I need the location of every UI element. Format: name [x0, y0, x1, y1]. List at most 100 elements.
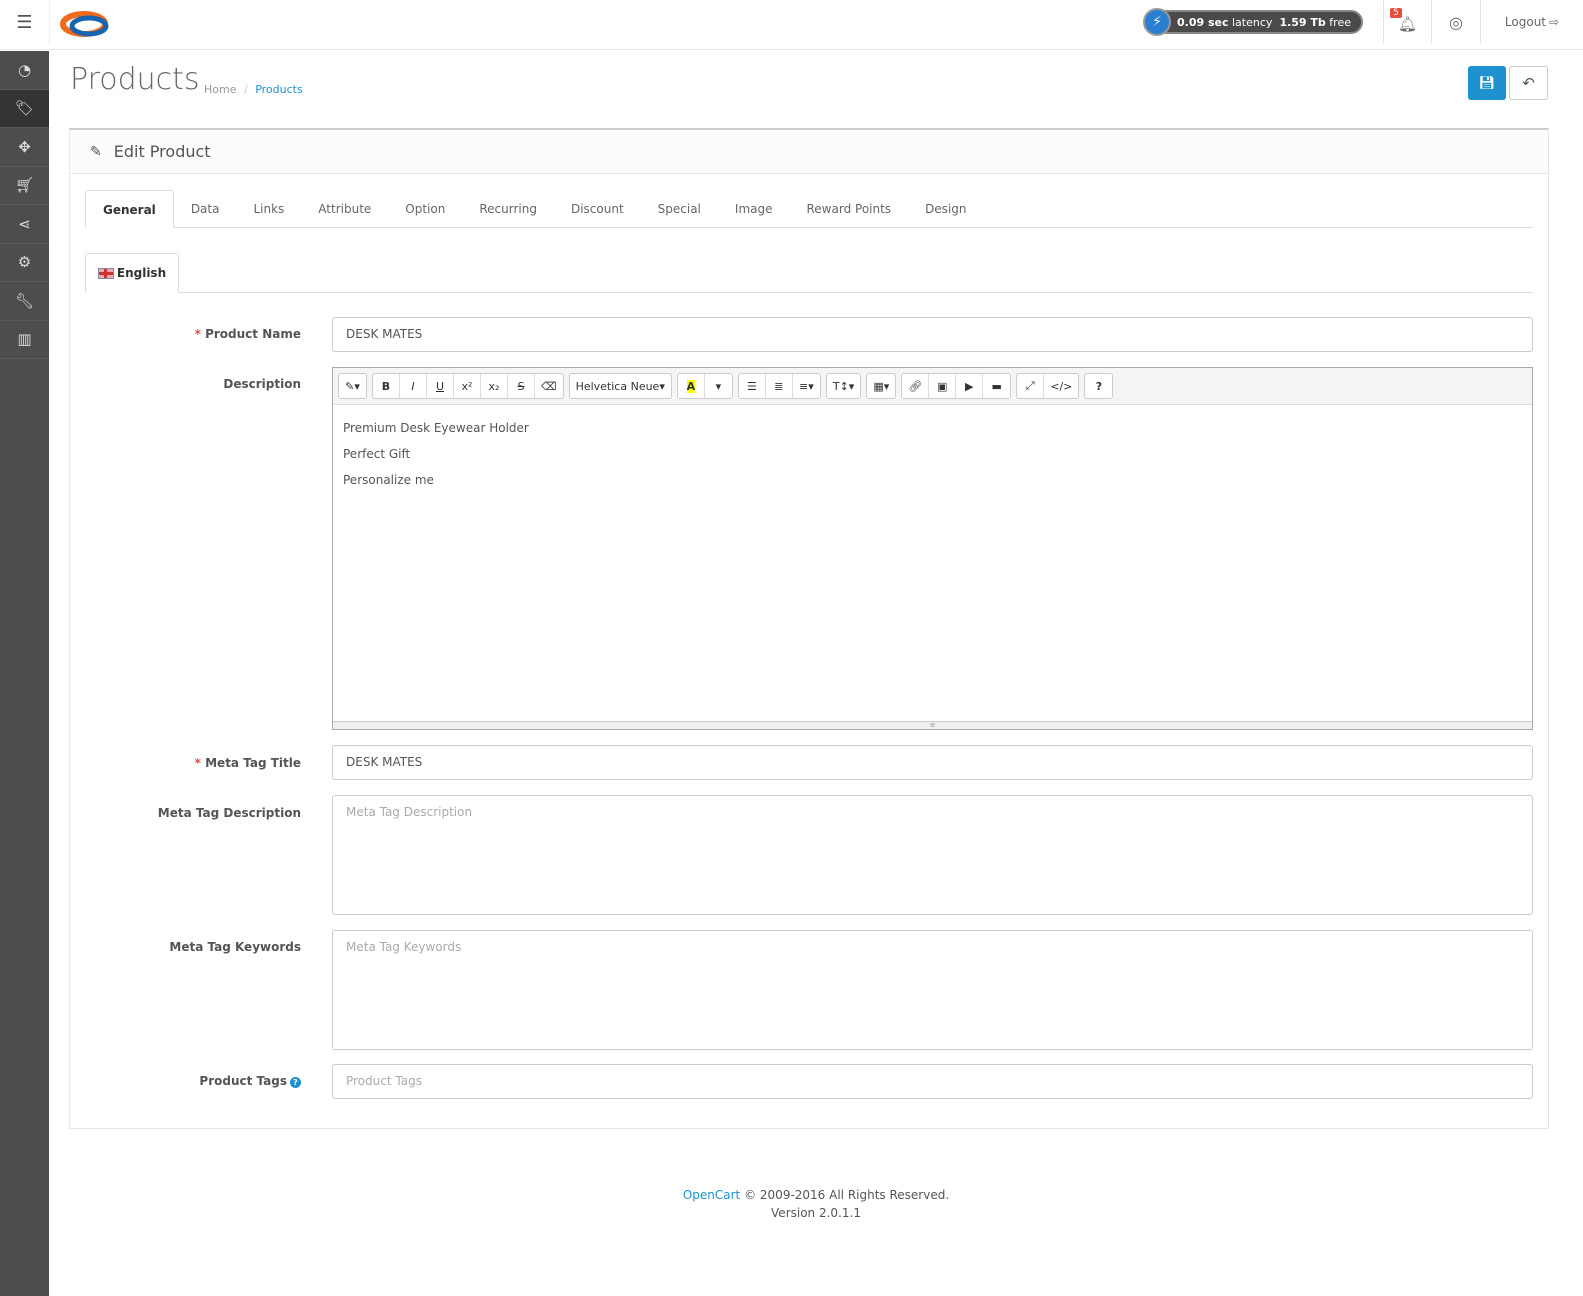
code-view-icon[interactable]: </>	[1044, 374, 1078, 398]
italic-button[interactable]: I	[400, 374, 427, 398]
subscript-button[interactable]: x₂	[481, 374, 508, 398]
style-dropdown[interactable]: ✎▾	[339, 374, 366, 398]
strikethrough-button[interactable]: S	[508, 374, 535, 398]
font-family-dropdown[interactable]: Helvetica Neue ▾	[570, 374, 671, 398]
latency-value: 0.09 sec	[1177, 15, 1229, 29]
link-icon[interactable]: 🔗︎	[902, 374, 930, 398]
line-height-dropdown[interactable]: T↕▾	[827, 374, 860, 398]
meta-title-input[interactable]: DESK MATES	[332, 745, 1533, 780]
editor-content[interactable]: Premium Desk Eyewear Holder Perfect Gift…	[333, 405, 1532, 503]
sidebar: ◔ 🏷︎ ✥ 🛒︎ ⋖ ⚙ 🔧︎ ▥	[0, 51, 49, 1296]
tab-option[interactable]: Option	[388, 190, 462, 228]
tab-design[interactable]: Design	[908, 190, 983, 228]
meta-keywords-textarea[interactable]: Meta Tag Keywords	[332, 930, 1533, 1050]
notifications-button[interactable]: 5 🔔︎	[1383, 0, 1431, 44]
panel-title: Edit Product	[113, 142, 211, 161]
sidebar-item-system[interactable]: ⚙	[0, 244, 49, 282]
font-color-button[interactable]: A	[678, 374, 705, 398]
tab-recurring[interactable]: Recurring	[462, 190, 554, 228]
menu-toggle-icon[interactable]: ☰	[0, 0, 50, 45]
breadcrumb-home[interactable]: Home	[204, 83, 236, 96]
sidebar-item-reports[interactable]: ▥	[0, 321, 49, 359]
save-icon: 💾︎	[1478, 75, 1496, 91]
horizontal-rule-icon[interactable]: ▬	[983, 374, 1010, 398]
language-label: English	[116, 266, 167, 280]
breadcrumb: Home / Products	[204, 83, 303, 96]
puzzle-icon: ✥	[18, 137, 31, 156]
fullscreen-icon[interactable]: ⤢	[1017, 374, 1045, 398]
sidebar-item-catalog[interactable]: 🏷︎	[0, 89, 49, 128]
copyright: © 2009-2016 All Rights Reserved.	[744, 1188, 950, 1202]
tab-reward-points[interactable]: Reward Points	[790, 190, 909, 228]
tab-discount[interactable]: Discount	[554, 190, 641, 228]
bar-chart-icon: ▥	[17, 330, 32, 349]
panel-heading: ✎ Edit Product	[70, 130, 1548, 174]
tab-general[interactable]: General	[85, 190, 174, 228]
sidebar-item-marketing[interactable]: ⋖	[0, 205, 49, 244]
tab-special[interactable]: Special	[641, 190, 718, 228]
help-button[interactable]: ◎	[1431, 0, 1480, 44]
cart-icon: 🛒︎	[14, 176, 35, 195]
meta-description-textarea[interactable]: Meta Tag Description	[332, 795, 1533, 915]
description-line: Premium Desk Eyewear Holder	[343, 421, 529, 435]
sidebar-item-sales[interactable]: 🛒︎	[0, 167, 49, 205]
editor-resize-handle[interactable]: ≡	[333, 721, 1532, 729]
ordered-list-icon[interactable]: ≣	[766, 374, 793, 398]
opencart-link[interactable]: OpenCart	[683, 1188, 740, 1202]
meta-keywords-label: Meta Tag Keywords	[169, 940, 301, 954]
lightning-icon: ⚡	[1143, 8, 1171, 36]
notification-badge: 5	[1390, 8, 1402, 18]
unordered-list-icon[interactable]: ☰	[739, 374, 766, 398]
meta-title-label: * Meta Tag Title	[194, 756, 301, 770]
breadcrumb-products[interactable]: Products	[255, 83, 303, 96]
product-tags-input[interactable]: Product Tags	[332, 1064, 1533, 1099]
latency-label: latency	[1232, 15, 1273, 29]
free-value: 1.59 Tb	[1279, 15, 1326, 29]
sidebar-item-dashboard[interactable]: ◔	[0, 51, 49, 90]
dashboard-icon: ◔	[17, 60, 32, 79]
tab-language-english[interactable]: English	[85, 253, 179, 293]
latency-widget: ⚡ 0.09 sec latency 1.59 Tb free	[1143, 8, 1363, 36]
sidebar-item-extensions[interactable]: ✥	[0, 128, 49, 167]
wrench-icon: 🔧︎	[14, 291, 35, 310]
tab-attribute[interactable]: Attribute	[301, 190, 388, 228]
eraser-icon[interactable]: ⌫	[535, 374, 563, 398]
gear-icon: ⚙	[17, 253, 32, 272]
product-tabs: General Data Links Attribute Option Recu…	[85, 190, 1533, 228]
version: Version 2.0.1.1	[771, 1206, 861, 1220]
tags-icon: 🏷︎	[14, 99, 35, 118]
product-name-input[interactable]: DESK MATES	[332, 317, 1533, 352]
underline-button[interactable]: U	[427, 374, 454, 398]
top-header: ☰ ⚡ 0.09 sec latency 1.59 Tb free 5 🔔︎ ◎…	[0, 0, 1583, 50]
pencil-icon: ✎	[90, 143, 102, 160]
superscript-button[interactable]: x²	[454, 374, 481, 398]
help-icon[interactable]: ?	[1085, 374, 1112, 398]
share-icon: ⋖	[18, 214, 31, 233]
product-tags-label: Product Tags?	[199, 1074, 301, 1088]
reply-icon: ↶	[1522, 74, 1535, 92]
editor-toolbar: ✎▾ B I U x² x₂ S ⌫ Helvetica Neue ▾ A ▾ ☰…	[333, 368, 1532, 405]
bold-button[interactable]: B	[373, 374, 400, 398]
opencart-logo[interactable]	[60, 10, 110, 41]
logout-label: Logout	[1504, 15, 1547, 29]
page-title: Products	[70, 62, 200, 97]
back-button[interactable]: ↶	[1509, 66, 1548, 100]
sign-out-icon: ⇨	[1549, 15, 1560, 29]
align-dropdown[interactable]: ≡▾	[793, 374, 820, 398]
free-label: free	[1329, 15, 1351, 29]
picture-icon[interactable]: ▣	[929, 374, 957, 398]
description-line: Personalize me	[343, 473, 434, 487]
table-dropdown[interactable]: ▦▾	[867, 374, 895, 398]
question-circle-icon[interactable]: ?	[290, 1077, 301, 1088]
save-button[interactable]: 💾︎	[1468, 66, 1506, 100]
color-dropdown[interactable]: ▾	[705, 374, 732, 398]
tab-links[interactable]: Links	[236, 190, 301, 228]
logout-button[interactable]: Logout ⇨	[1480, 0, 1583, 44]
description-editor: ✎▾ B I U x² x₂ S ⌫ Helvetica Neue ▾ A ▾ ☰…	[332, 367, 1533, 730]
video-icon[interactable]: ▶	[956, 374, 984, 398]
description-line: Perfect Gift	[343, 447, 411, 461]
tab-data[interactable]: Data	[174, 190, 237, 228]
sidebar-item-tools[interactable]: 🔧︎	[0, 282, 49, 321]
uk-flag-icon	[97, 267, 114, 279]
tab-image[interactable]: Image	[718, 190, 790, 228]
